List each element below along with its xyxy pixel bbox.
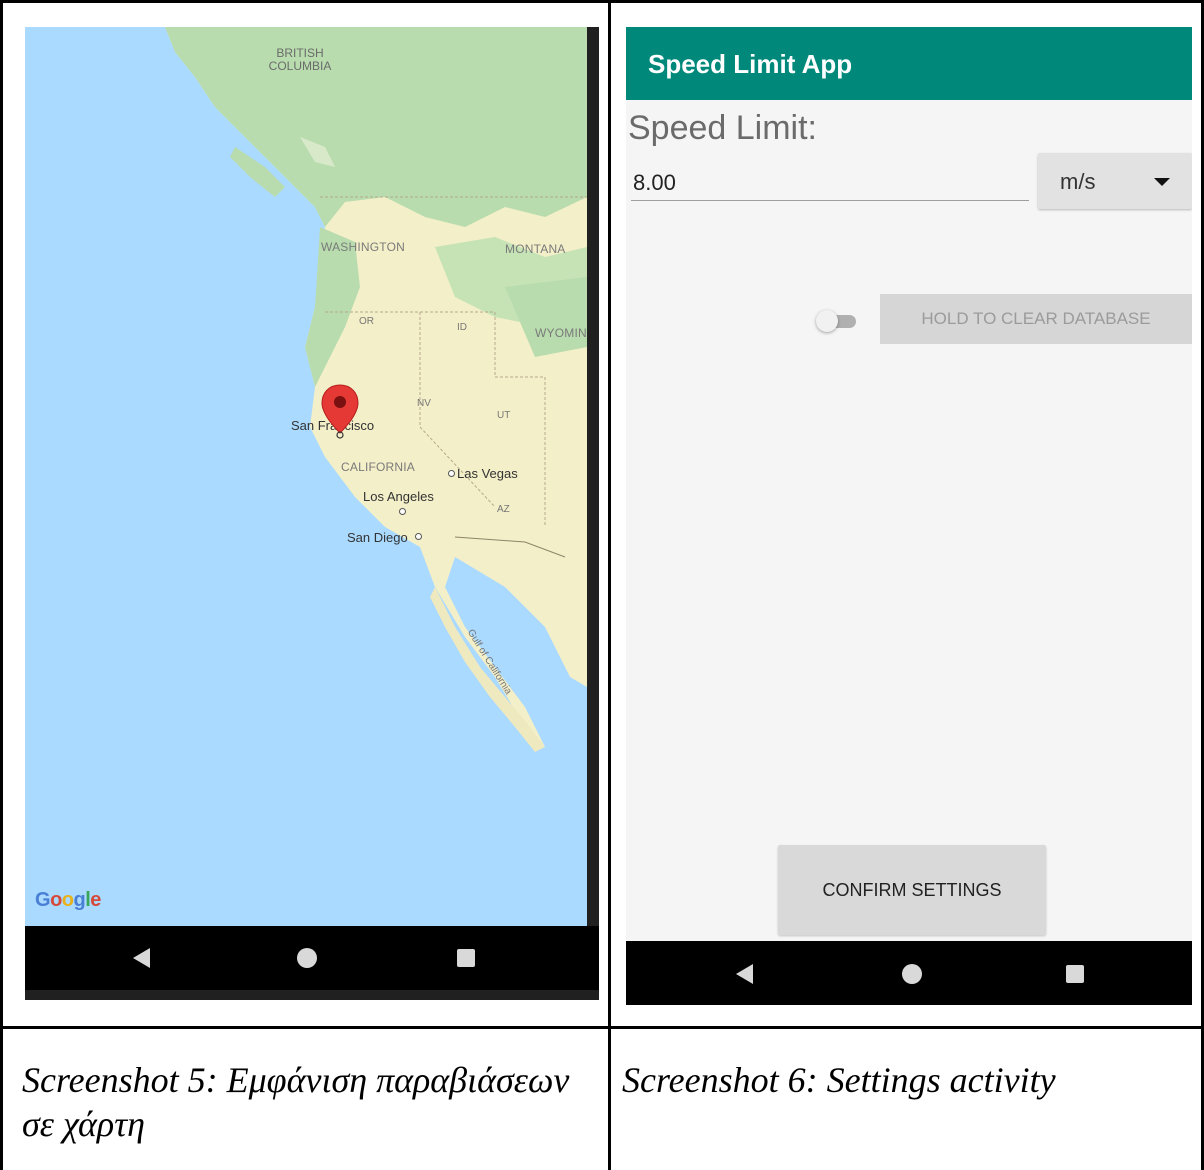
table-border-middle [0,1026,1204,1029]
table-border-center [608,0,611,1170]
toggle-thumb [816,310,838,332]
map-screen: BRITISH COLUMBIA WASHINGTON MONTANA OR I… [25,27,599,1000]
unit-dropdown[interactable]: m/s [1038,153,1192,209]
recent-apps-icon[interactable] [457,949,475,967]
home-icon[interactable] [297,948,317,968]
label-california: CALIFORNIA [341,460,416,474]
san-diego-dot [415,533,422,540]
hold-to-clear-database-button[interactable]: HOLD TO CLEAR DATABASE [880,294,1192,344]
back-icon[interactable] [133,948,150,968]
label-wyoming: WYOMIN [535,326,587,340]
label-british-columbia: BRITISH COLUMBIA [268,46,332,73]
label-or: OR [359,316,374,327]
label-los-angeles: Los Angeles [363,489,434,504]
clear-database-toggle[interactable] [816,309,860,333]
label-montana: MONTANA [505,242,566,256]
label-san-diego: San Diego [347,530,408,545]
caption-screenshot-5: Screenshot 5: Εμφάνιση παραβιάσεων σε χά… [22,1060,570,1144]
speed-limit-input[interactable] [631,165,1029,201]
document-table: BRITISH COLUMBIA WASHINGTON MONTANA OR I… [0,0,1204,1170]
speed-limit-label: Speed Limit: [628,109,817,147]
home-icon[interactable] [902,964,922,984]
settings-screen: Speed Limit App Speed Limit: m/s HOLD TO… [626,27,1192,1005]
google-logo: Google [35,889,101,911]
label-id: ID [457,322,467,333]
label-washington: WASHINGTON [321,240,406,254]
navigation-bar [25,926,599,990]
app-bar: Speed Limit App [626,27,1192,100]
confirm-settings-button[interactable]: CONFIRM SETTINGS [778,845,1046,935]
navigation-bar [626,941,1192,1005]
table-border-top [0,0,1204,3]
caption-screenshot-6: Screenshot 6: Settings activity [622,1060,1056,1100]
label-las-vegas: Las Vegas [457,466,518,481]
los-angeles-dot [399,508,406,515]
map-pin-icon[interactable] [320,383,360,439]
recent-apps-icon[interactable] [1066,965,1084,983]
app-title: Speed Limit App [648,49,853,79]
label-nv: NV [417,398,431,409]
back-icon[interactable] [736,964,753,984]
table-border-left [0,0,3,1170]
unit-selected-value: m/s [1060,169,1096,194]
label-ut: UT [497,410,511,421]
label-az: AZ [497,504,510,515]
map-view[interactable]: BRITISH COLUMBIA WASHINGTON MONTANA OR I… [25,27,587,926]
las-vegas-dot [448,470,455,477]
dropdown-arrow-icon [1154,178,1170,186]
